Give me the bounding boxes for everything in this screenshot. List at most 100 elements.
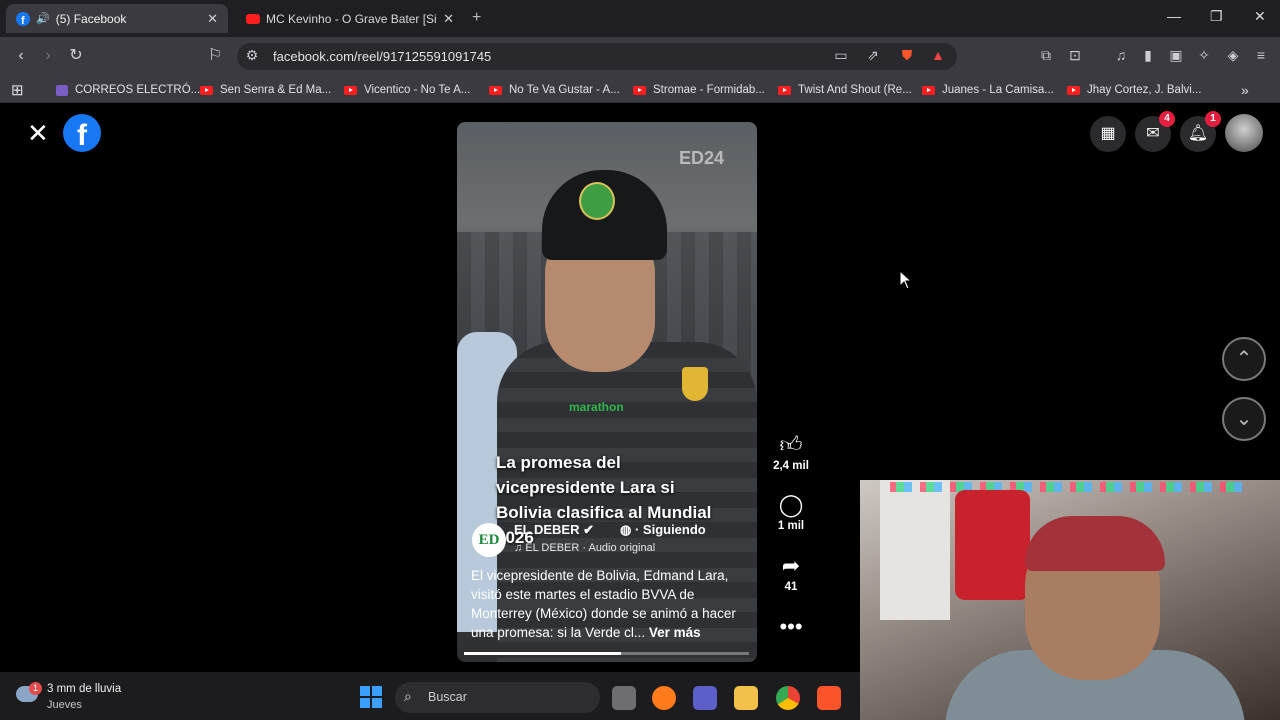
tab-youtube[interactable]: MC Kevinho - O Grave Bater [Sintonia ✕: [236, 4, 464, 33]
search-icon: ⌕: [404, 688, 412, 704]
bookmark-item[interactable]: Juanes - La Camisa...: [922, 82, 1054, 98]
follow-status[interactable]: ◍ · Siguiendo: [620, 522, 706, 538]
bookmark-item[interactable]: Jhay Cortez, J. Balvi...: [1067, 82, 1201, 98]
brave-rewards-icon[interactable]: ▲: [929, 46, 947, 64]
brave-shield-icon[interactable]: ⛊: [898, 46, 916, 64]
share-page-icon[interactable]: ⇗: [864, 46, 882, 64]
notifications-badge: 1: [1205, 111, 1221, 127]
chevron-down-icon[interactable]: ⌄: [1222, 397, 1266, 441]
sidebar-icon[interactable]: ▮: [1139, 46, 1157, 64]
file-explorer-icon[interactable]: [734, 686, 758, 710]
facebook-logo-icon[interactable]: f: [63, 114, 101, 152]
restore-icon[interactable]: ❐: [1210, 8, 1223, 25]
more-icon: •••: [779, 614, 803, 639]
video-progress[interactable]: [464, 652, 749, 655]
messenger-badge: 4: [1159, 111, 1175, 127]
tab-close-icon[interactable]: ✕: [443, 11, 454, 27]
task-view-icon[interactable]: [612, 686, 636, 710]
tab-close-icon[interactable]: ✕: [207, 11, 218, 27]
share-count: 41: [784, 581, 798, 593]
reload-icon[interactable]: ↻: [66, 46, 86, 66]
window-close-icon[interactable]: ✕: [1254, 8, 1266, 25]
new-tab-icon[interactable]: +: [472, 9, 481, 27]
more-bookmarks-icon[interactable]: »: [1241, 82, 1249, 98]
weather-text[interactable]: 3 mm de lluvia: [47, 683, 121, 695]
author-name[interactable]: EL DEBER ✔: [514, 522, 594, 538]
leo-icon[interactable]: ✧: [1195, 46, 1213, 64]
jersey-brand: marathon: [569, 400, 624, 414]
bookmark-item[interactable]: Vicentico - No Te A...: [344, 82, 470, 98]
url-text[interactable]: facebook.com/reel/917125591091745: [273, 49, 491, 64]
music-icon[interactable]: ♫: [1112, 46, 1130, 64]
comment-icon: ◯: [778, 492, 804, 517]
mouse-cursor-icon: [899, 270, 913, 290]
youtube-icon: [489, 85, 502, 95]
screenshot-icon[interactable]: ⊡: [1066, 46, 1084, 64]
bookmark-item[interactable]: No Te Va Gustar - A...: [489, 82, 620, 98]
tab-title: MC Kevinho - O Grave Bater [Sintonia: [266, 11, 437, 26]
site-settings-icon[interactable]: ⚙: [243, 46, 261, 64]
youtube-icon: [1067, 85, 1080, 95]
chevron-up-icon[interactable]: ⌃: [1222, 337, 1266, 381]
brave-icon[interactable]: [817, 686, 841, 710]
comment-button[interactable]: ◯ 1 mil: [770, 492, 812, 532]
apps-grid-icon[interactable]: ⊞: [11, 82, 24, 99]
share-icon: ➦: [781, 553, 801, 578]
video-progress-fill: [464, 652, 621, 655]
tab-facebook[interactable]: f 🔊 (5) Facebook ✕: [6, 4, 228, 33]
minimize-icon[interactable]: —: [1167, 8, 1181, 24]
chrome-icon[interactable]: [776, 686, 800, 710]
bookmark-icon[interactable]: ⚐: [205, 46, 225, 66]
forward-icon[interactable]: ›: [38, 46, 58, 66]
bookmark-item[interactable]: CORREOS ELECTRÓ...: [56, 82, 200, 98]
author-row: ED: [472, 522, 506, 558]
bookmark-item[interactable]: Stromae - Formidab...: [633, 82, 765, 98]
audio-attribution[interactable]: ♫ EL DEBER · Audio original: [514, 542, 655, 554]
search-placeholder[interactable]: Buscar: [428, 690, 467, 704]
author-avatar[interactable]: ED: [472, 523, 506, 557]
taskbar-search[interactable]: [395, 682, 600, 713]
bookmark-item[interactable]: Sen Senra & Ed Ma...: [200, 82, 331, 98]
svg-text:f: f: [21, 15, 25, 26]
close-icon[interactable]: ✕: [27, 120, 49, 146]
comment-count: 1 mil: [777, 520, 805, 532]
youtube-favicon-icon: [246, 13, 260, 24]
extensions-icon[interactable]: ⧉: [1037, 46, 1055, 64]
windows-start-icon[interactable]: [360, 686, 382, 708]
share-button[interactable]: ➦ 41: [770, 553, 812, 593]
more-options-button[interactable]: •••: [770, 614, 812, 640]
wallet-icon[interactable]: ▣: [1167, 46, 1185, 64]
youtube-icon: [200, 85, 213, 95]
jersey-crest-icon: [682, 367, 708, 401]
vpn-icon[interactable]: ◈: [1224, 46, 1242, 64]
teams-icon[interactable]: [693, 686, 717, 710]
grid-menu-icon[interactable]: ▦: [1090, 116, 1126, 152]
webcam-hat: [1025, 516, 1165, 571]
youtube-icon: [922, 85, 935, 95]
verified-icon: ✔: [583, 522, 595, 537]
youtube-icon: [633, 85, 646, 95]
reel-caption: El vicepresidente de Bolivia, Edmand Lar…: [471, 568, 736, 640]
webcam-whiteboard: [880, 480, 950, 620]
thumbs-up-icon: 👍︎: [779, 432, 803, 457]
screen: f 🔊 (5) Facebook ✕ MC Kevinho - O Grave …: [0, 0, 1280, 720]
avatar[interactable]: [1225, 114, 1263, 152]
like-button[interactable]: 👍︎ 2,4 mil: [770, 432, 812, 472]
back-icon[interactable]: ‹: [11, 46, 31, 66]
youtube-icon: [344, 85, 357, 95]
video-watermark: ED24: [679, 148, 725, 168]
firefox-icon[interactable]: [652, 686, 676, 710]
menu-icon[interactable]: ≡: [1252, 46, 1270, 64]
webcam-feed: [860, 480, 1280, 720]
cast-icon[interactable]: ▭: [832, 46, 850, 64]
facebook-favicon-icon: f: [16, 11, 30, 26]
globe-icon: ◍: [620, 522, 632, 537]
cap-crest-icon: [579, 182, 615, 220]
speaker-icon[interactable]: 🔊: [36, 12, 50, 25]
youtube-icon: [778, 85, 791, 95]
tab-title: (5) Facebook: [55, 11, 127, 26]
folder-icon: [56, 84, 68, 96]
bookmark-item[interactable]: Twist And Shout (Re...: [778, 82, 912, 98]
see-more-link[interactable]: Ver más: [649, 625, 701, 640]
webcam-jersey: [955, 490, 1030, 600]
